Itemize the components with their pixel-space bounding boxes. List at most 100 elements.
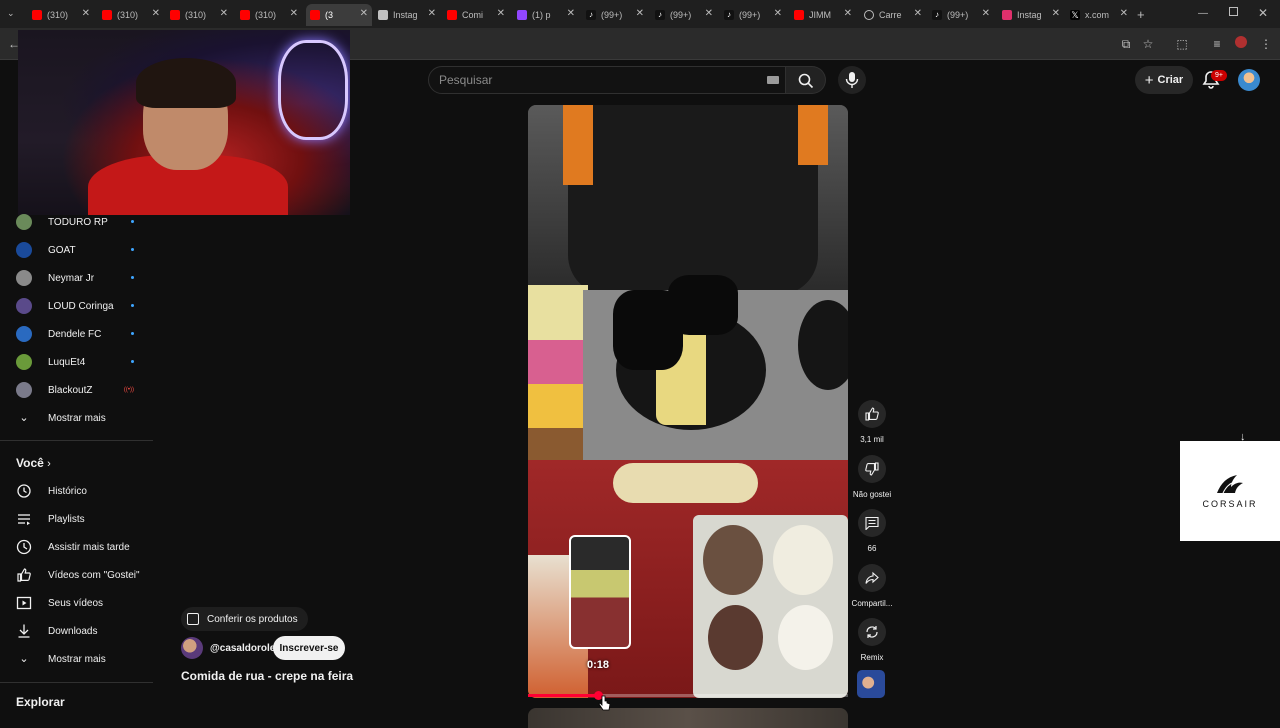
browser-tab[interactable]: 𝕏x.com ✕ bbox=[1066, 4, 1132, 26]
sidebar-item-playlists[interactable]: Playlists bbox=[16, 509, 140, 529]
sidebar-subscription-item[interactable]: TODURO RP bbox=[16, 212, 140, 232]
comments-button[interactable] bbox=[858, 509, 886, 537]
browser-tab[interactable]: Instag ✕ bbox=[998, 4, 1064, 26]
tab-close-icon[interactable]: ✕ bbox=[844, 8, 852, 19]
new-content-dot bbox=[131, 360, 134, 363]
dislike-button[interactable] bbox=[858, 455, 886, 483]
browser-tab[interactable]: (310) ✕ bbox=[28, 4, 94, 26]
sidebar-item-downloads[interactable]: Downloads bbox=[16, 621, 140, 641]
progress-bar[interactable] bbox=[528, 691, 848, 700]
google-lens-icon bbox=[378, 10, 388, 20]
browser-tab[interactable]: (3 ✕ bbox=[306, 4, 372, 26]
browser-menu-icon[interactable]: ⋮ bbox=[1258, 36, 1274, 52]
youtube-icon bbox=[102, 10, 112, 20]
browser-tab[interactable]: JIMM ✕ bbox=[790, 4, 856, 26]
media-controls-icon[interactable]: ≡ bbox=[1209, 36, 1225, 52]
sidebar-subscription-item[interactable]: LuquEt4 bbox=[16, 352, 140, 372]
search-box[interactable] bbox=[428, 66, 786, 94]
remix-button[interactable] bbox=[858, 618, 886, 646]
browser-tab[interactable]: (1) p ✕ bbox=[513, 4, 579, 26]
tab-close-icon[interactable]: ✕ bbox=[705, 8, 713, 19]
sidebar-item-history[interactable]: Histórico bbox=[16, 481, 140, 501]
restore-icon[interactable] bbox=[1229, 7, 1238, 16]
subscribe-button[interactable]: Inscrever-se bbox=[273, 636, 345, 660]
browser-tab[interactable]: ♪ (99+) ✕ bbox=[928, 4, 994, 26]
sidebar-subscription-item[interactable]: GOAT bbox=[16, 240, 140, 260]
comments-count: 66 bbox=[867, 544, 877, 553]
tab-close-icon[interactable]: ✕ bbox=[497, 8, 505, 19]
profile-icon[interactable] bbox=[1233, 36, 1249, 52]
browser-tab[interactable]: Comi ✕ bbox=[443, 4, 509, 26]
new-tab-button[interactable]: + bbox=[1137, 7, 1145, 22]
tab-close-icon[interactable]: ✕ bbox=[152, 8, 160, 19]
search-input[interactable] bbox=[439, 67, 739, 93]
browser-tab[interactable]: (310) ✕ bbox=[98, 4, 164, 26]
voice-search-button[interactable] bbox=[838, 66, 866, 94]
sidebar-subscription-item[interactable]: LOUD Coringa bbox=[16, 296, 140, 316]
browser-tab[interactable]: (310) ✕ bbox=[166, 4, 232, 26]
browser-tab[interactable]: (310) ✕ bbox=[236, 4, 302, 26]
tab-label: Carre bbox=[879, 10, 902, 20]
channel-avatar bbox=[16, 270, 32, 286]
tab-close-icon[interactable]: ✕ bbox=[428, 8, 436, 19]
playlists-icon bbox=[16, 511, 32, 527]
short-title[interactable]: Comida de rua - crepe na feira bbox=[181, 669, 353, 683]
sidebar-subscription-item[interactable]: Dendele FC bbox=[16, 324, 140, 344]
share-button[interactable] bbox=[858, 564, 886, 592]
next-short-preview[interactable] bbox=[528, 708, 848, 728]
tab-close-icon[interactable]: ✕ bbox=[290, 8, 298, 19]
chevron-down-icon: ⌄ bbox=[19, 653, 29, 665]
sidebar-item-your-videos[interactable]: Seus vídeos bbox=[16, 593, 140, 613]
browser-tab[interactable]: ♪ (99+) ✕ bbox=[582, 4, 648, 26]
sidebar-subscription-item[interactable]: BlackoutZ ((•)) bbox=[16, 380, 140, 400]
tab-close-icon[interactable]: ✕ bbox=[82, 8, 90, 19]
sidebar-item-liked-videos[interactable]: Vídeos com "Gostei" bbox=[16, 565, 140, 585]
voce-show-more[interactable]: ⌄ Mostrar mais bbox=[16, 649, 140, 669]
tab-close-icon[interactable]: ✕ bbox=[1120, 8, 1128, 19]
sidebar-item-watch-later[interactable]: Assistir mais tarde bbox=[16, 537, 140, 557]
sound-source-thumbnail[interactable] bbox=[857, 670, 885, 698]
minimize-icon[interactable]: — bbox=[1198, 8, 1208, 19]
subs-show-more[interactable]: ⌄ Mostrar mais bbox=[16, 408, 140, 428]
tab-close-icon[interactable]: ✕ bbox=[567, 8, 575, 19]
like-button[interactable] bbox=[858, 400, 886, 428]
youtube-icon bbox=[240, 10, 250, 20]
browser-tab[interactable]: ♪ (99+) ✕ bbox=[720, 4, 786, 26]
tab-close-icon[interactable]: ✕ bbox=[220, 8, 228, 19]
tab-close-icon[interactable]: ✕ bbox=[982, 8, 990, 19]
close-window-icon[interactable]: ✕ bbox=[1258, 6, 1268, 20]
new-content-dot bbox=[131, 276, 134, 279]
tab-label: (310) bbox=[47, 10, 69, 20]
extensions-icon[interactable]: ⬚ bbox=[1174, 36, 1190, 52]
dislike-label: Não gostei bbox=[852, 490, 892, 499]
live-indicator-icon: ((•)) bbox=[123, 387, 134, 393]
tab-close-icon[interactable]: ✕ bbox=[1052, 8, 1060, 19]
browser-tab[interactable]: ♪ (99+) ✕ bbox=[651, 4, 717, 26]
webcam-overlay bbox=[18, 30, 350, 215]
tiktok-icon: ♪ bbox=[932, 10, 942, 20]
search-button[interactable] bbox=[786, 66, 826, 94]
account-avatar[interactable] bbox=[1238, 69, 1260, 91]
tab-close-icon[interactable]: ✕ bbox=[636, 8, 644, 19]
channel-avatar[interactable] bbox=[181, 637, 203, 659]
browser-tab[interactable]: Instag ✕ bbox=[374, 4, 440, 26]
products-button[interactable]: Conferir os produtos bbox=[181, 607, 308, 631]
tab-search-icon[interactable]: ⌄ bbox=[7, 8, 19, 20]
keyboard-icon[interactable] bbox=[767, 76, 779, 84]
ad-brand-label: CORSAIR bbox=[1202, 499, 1258, 509]
tab-close-icon[interactable]: ✕ bbox=[774, 8, 782, 19]
sidebar-item-label: Seus vídeos bbox=[48, 597, 104, 609]
ad-card[interactable]: CORSAIR bbox=[1180, 441, 1280, 541]
instagram-icon bbox=[1002, 10, 1012, 20]
create-button[interactable]: + Criar bbox=[1135, 66, 1193, 94]
thumbs-down-icon bbox=[865, 462, 879, 476]
sidebar-subscription-item[interactable]: Neymar Jr bbox=[16, 268, 140, 288]
bookmark-star-icon[interactable]: ☆ bbox=[1140, 36, 1156, 52]
section-voce-title[interactable]: Você › bbox=[16, 456, 51, 470]
install-app-icon[interactable]: ⧉ bbox=[1118, 36, 1134, 52]
tab-close-icon[interactable]: ✕ bbox=[360, 8, 368, 19]
youtube-icon bbox=[170, 10, 180, 20]
channel-handle[interactable]: @casaldorole bbox=[210, 643, 275, 654]
browser-tab[interactable]: Carre ✕ bbox=[860, 4, 926, 26]
tab-close-icon[interactable]: ✕ bbox=[914, 8, 922, 19]
